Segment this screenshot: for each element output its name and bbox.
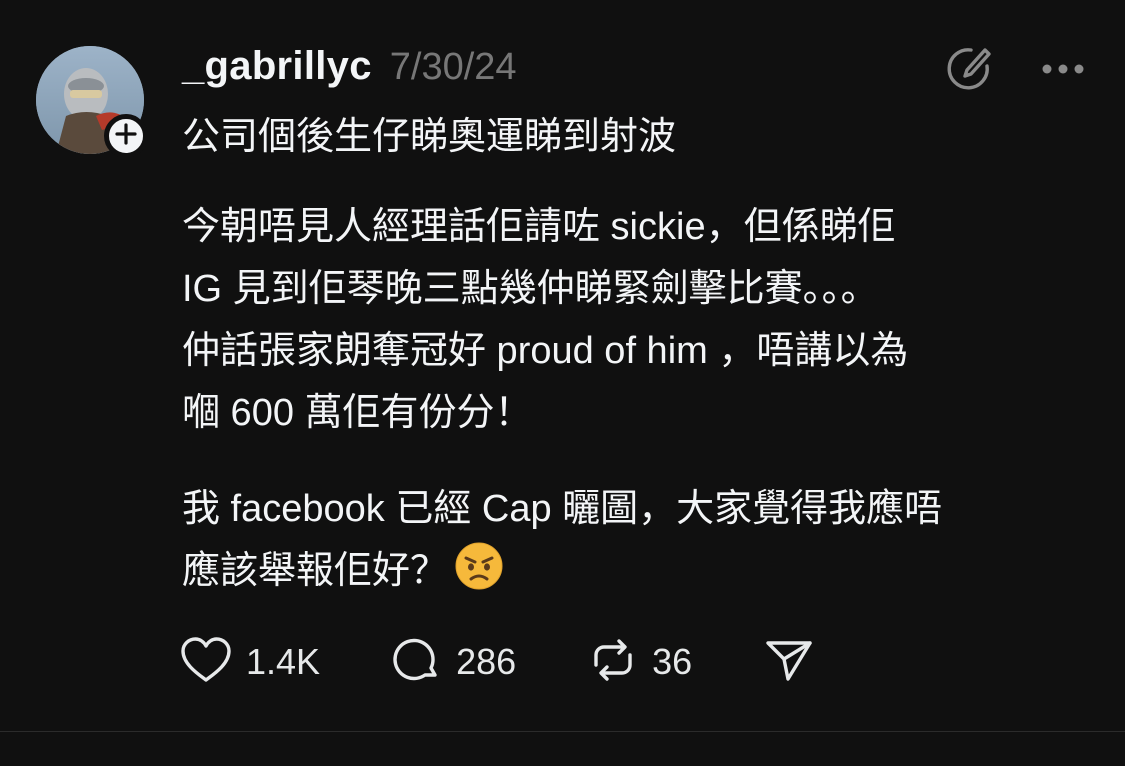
post-paragraph-2: 我 facebook 已經 Cap 曬圖，大家覺得我應唔 應該舉報佢好？ [182, 478, 1082, 610]
avatar-container [36, 46, 154, 164]
repost-count: 36 [652, 641, 693, 682]
more-dots-icon [1041, 62, 1085, 80]
follow-button[interactable] [104, 114, 148, 158]
post-text-line: 應該舉報佢好？ [182, 540, 1082, 610]
post-divider [0, 731, 1125, 732]
edit-pencil-icon [945, 44, 993, 97]
post-paragraph-1: 今朝唔見人經理話佢請咗 sickie，但係睇佢 IG 見到佢琴晚三點幾仲睇緊劍擊… [182, 196, 1082, 444]
post-timestamp: 7/30/24 [389, 46, 517, 88]
like-button[interactable]: 1.4K [180, 636, 320, 689]
reply-button[interactable]: 286 [392, 635, 516, 690]
more-options-button[interactable] [1041, 62, 1085, 80]
header-actions [945, 44, 1085, 97]
repost-button[interactable]: 36 [588, 635, 692, 690]
post-text-line: 仲話張家朗奪冠好 proud of him ，唔講以為 [182, 330, 909, 372]
post-title: 公司個後生仔睇奧運睇到射波 [182, 116, 677, 158]
edit-button[interactable] [945, 44, 993, 97]
thread-post: _gabrillyc 7/30/24 公司個後生仔睇奧運睇到射波 今朝唔見人經理… [0, 0, 1125, 732]
like-count: 1.4K [246, 641, 321, 682]
share-button[interactable] [764, 635, 814, 690]
post-text-line: 今朝唔見人經理話佢請咗 sickie，但係睇佢 [182, 206, 896, 248]
username-link[interactable]: _gabrillyc [182, 44, 372, 89]
post-actions-bar: 1.4K 286 36 [180, 630, 886, 694]
post-text-line: 我 facebook 已經 Cap 曬圖，大家覺得我應唔 [182, 488, 943, 530]
reply-count: 286 [456, 641, 517, 682]
post-text-line: 嗰 600 萬佢有份分！ [182, 392, 533, 434]
angry-face-emoji [454, 541, 504, 610]
comment-bubble-icon [392, 635, 442, 690]
plus-icon [115, 122, 137, 150]
repost-arrows-icon [588, 635, 638, 690]
heart-icon [180, 636, 232, 689]
send-share-icon [764, 635, 814, 690]
post-text-line: IG 見到佢琴晚三點幾仲睇緊劍擊比賽。。。 [182, 268, 879, 310]
post-header: _gabrillyc 7/30/24 [182, 44, 517, 92]
